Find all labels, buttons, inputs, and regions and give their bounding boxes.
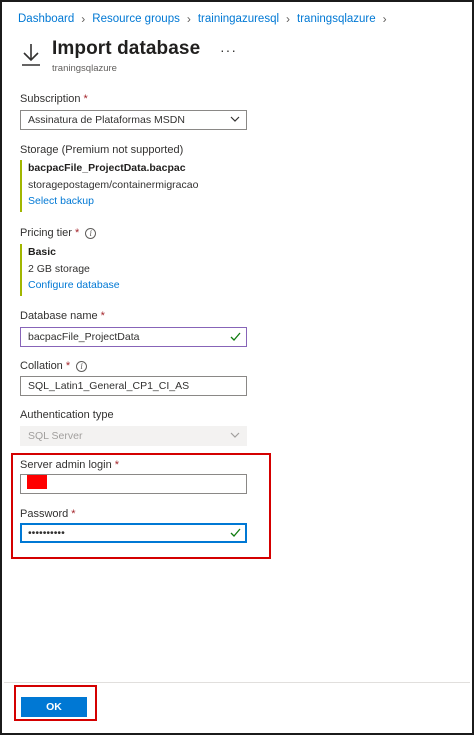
admin-login-input[interactable] [20, 474, 247, 494]
collation-input[interactable]: SQL_Latin1_General_CP1_CI_AS [20, 376, 247, 396]
page-title: Import database [52, 38, 201, 59]
auth-type-value: SQL Server [28, 430, 83, 442]
database-name-input[interactable]: bacpacFile_ProjectData [20, 327, 247, 347]
required-marker: * [100, 310, 105, 322]
page-subtitle: traningsqlazure [52, 63, 117, 74]
database-name-value: bacpacFile_ProjectData [28, 331, 140, 343]
pricing-tier-value: Basic [28, 246, 57, 258]
info-icon[interactable]: i [76, 360, 88, 372]
storage-label-text: Storage (Premium not supported) [20, 144, 184, 156]
redaction-block [27, 475, 47, 489]
footer-divider [4, 682, 470, 683]
pricing-tier-label-text: Pricing tier [20, 227, 72, 239]
admin-login-label-text: Server admin login [20, 459, 112, 471]
admin-login-label: Server admin login * [20, 459, 119, 471]
info-icon[interactable]: i [85, 227, 97, 239]
more-options-icon[interactable]: ··· [220, 42, 237, 58]
breadcrumb-resource-group[interactable]: trainingazuresql [198, 13, 279, 25]
required-marker: * [83, 93, 88, 105]
pricing-tier-label: Pricing tier * i [20, 227, 97, 239]
auth-type-label: Authentication type [20, 409, 114, 421]
breadcrumb-dashboard[interactable]: Dashboard [18, 13, 74, 25]
storage-label: Storage (Premium not supported) [20, 144, 183, 156]
configure-database-link[interactable]: Configure database [28, 277, 120, 294]
pricing-summary: Basic 2 GB storage Configure database [20, 244, 120, 296]
collation-label: Collation * i [20, 360, 88, 372]
breadcrumb: Dashboard › Resource groups › trainingaz… [18, 13, 394, 25]
import-database-blade: Dashboard › Resource groups › trainingaz… [0, 0, 474, 735]
required-marker: * [65, 360, 71, 372]
auth-type-label-text: Authentication type [20, 409, 114, 421]
import-icon [22, 44, 40, 66]
required-marker: * [114, 459, 119, 471]
checkmark-icon [230, 332, 241, 341]
subscription-dropdown[interactable]: Assinatura de Plataformas MSDN [20, 110, 247, 130]
pricing-storage: 2 GB storage [28, 262, 90, 275]
required-marker: * [74, 227, 80, 239]
checkmark-icon [230, 528, 241, 537]
breadcrumb-resource-groups[interactable]: Resource groups [92, 13, 180, 25]
collation-value: SQL_Latin1_General_CP1_CI_AS [28, 380, 190, 392]
database-name-label-text: Database name [20, 310, 98, 322]
required-marker: * [71, 508, 76, 520]
select-backup-link[interactable]: Select backup [28, 193, 198, 210]
storage-file: bacpacFile_ProjectData.bacpac [28, 162, 186, 174]
password-label-text: Password [20, 508, 69, 520]
chevron-right-icon: › [286, 12, 291, 26]
chevron-down-icon [230, 116, 240, 122]
password-input[interactable]: •••••••••• [20, 523, 247, 543]
subscription-value: Assinatura de Plataformas MSDN [28, 114, 185, 126]
auth-type-dropdown: SQL Server [20, 426, 247, 446]
password-value: •••••••••• [28, 527, 65, 539]
subscription-label: Subscription * [20, 93, 88, 105]
chevron-down-icon [230, 432, 240, 438]
chevron-right-icon: › [81, 12, 86, 26]
database-name-label: Database name * [20, 310, 105, 322]
storage-summary: bacpacFile_ProjectData.bacpac storagepos… [20, 160, 198, 212]
chevron-right-icon: › [382, 12, 387, 26]
subscription-label-text: Subscription [20, 93, 81, 105]
password-label: Password * [20, 508, 76, 520]
chevron-right-icon: › [186, 12, 191, 26]
breadcrumb-server[interactable]: traningsqlazure [297, 13, 376, 25]
collation-label-text: Collation [20, 360, 63, 372]
ok-button[interactable]: OK [21, 697, 87, 717]
storage-path: storagepostagem/containermigracao [28, 178, 199, 191]
